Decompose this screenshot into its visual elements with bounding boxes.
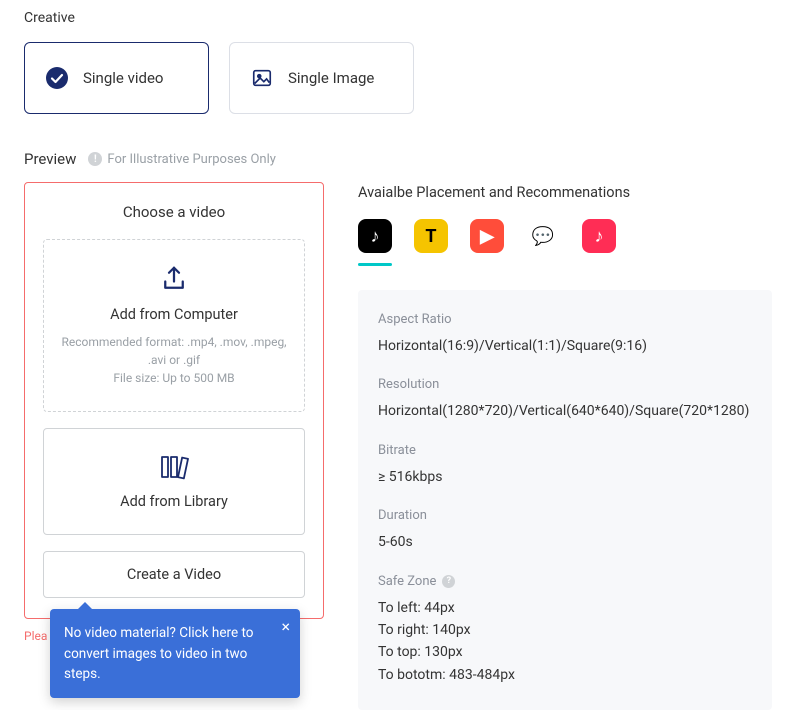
app-icon-tiktok[interactable]: ♪ (358, 219, 392, 253)
spec-aspect-value: Horizontal(16:9)/Vertical(1:1)/Square(9:… (378, 335, 752, 357)
app-icon-vigo[interactable]: ▶ (470, 219, 504, 253)
type-label-image: Single Image (288, 69, 374, 87)
chooser-title: Choose a video (43, 203, 305, 221)
preview-label: Preview (24, 150, 76, 168)
add-computer-format-hint: Recommended format: .mp4, .mov, .mpeg, .… (56, 333, 292, 369)
spec-resolution-label: Resolution (378, 377, 752, 392)
preview-hint: ! For Illustrative Purposes Only (88, 152, 276, 167)
video-chooser-panel: Choose a video Add from Computer Recomme… (24, 182, 324, 619)
add-computer-label: Add from Computer (56, 306, 292, 323)
image-icon (250, 66, 274, 90)
create-video-tooltip: × No video material? Click here to conve… (50, 609, 300, 698)
spec-duration-label: Duration (378, 508, 752, 523)
add-from-library-button[interactable]: Add from Library (43, 428, 305, 535)
spec-bitrate-label: Bitrate (378, 443, 752, 458)
spec-safezone-values: To left: 44pxTo right: 140pxTo top: 130p… (378, 597, 752, 687)
preview-hint-text: For Illustrative Purposes Only (107, 152, 276, 167)
library-icon (56, 453, 292, 481)
spec-safezone-label: Safe Zone ? (378, 574, 752, 589)
app-icon-tiktok-red[interactable]: ♪ (582, 219, 616, 253)
add-computer-size-hint: File size: Up to 500 MB (56, 369, 292, 387)
tooltip-text: No video material? Click here to convert… (64, 625, 253, 682)
spec-panel: Aspect Ratio Horizontal(16:9)/Vertical(1… (358, 290, 772, 710)
spec-safezone-line: To right: 140px (378, 619, 752, 641)
spec-bitrate-value: ≥ 516kbps (378, 466, 752, 488)
app-icon-helo[interactable]: 💬 (526, 219, 560, 253)
app-icon-row: ♪ T ▶ 💬 ♪ (358, 219, 774, 253)
add-library-label: Add from Library (56, 493, 292, 510)
create-video-button[interactable]: Create a Video (43, 551, 305, 598)
type-label-video: Single video (83, 69, 163, 87)
placement-title: Avaialbe Placement and Recommenations (358, 184, 774, 201)
spec-safezone-label-text: Safe Zone (378, 574, 436, 589)
close-icon[interactable]: × (281, 619, 290, 635)
spec-resolution-value: Horizontal(1280*720)/Vertical(640*640)/S… (378, 400, 752, 422)
upload-icon (56, 264, 292, 294)
spec-safezone-line: To bototm: 483-484px (378, 664, 752, 686)
preview-header: Preview ! For Illustrative Purposes Only (24, 150, 774, 168)
spec-safezone-line: To top: 130px (378, 641, 752, 663)
section-title: Creative (24, 10, 774, 26)
info-icon: ! (88, 152, 102, 166)
app-icon-topbuzz[interactable]: T (414, 219, 448, 253)
create-video-label: Create a Video (56, 566, 292, 583)
type-card-single-video[interactable]: Single video (24, 42, 209, 114)
type-card-single-image[interactable]: Single Image (229, 42, 414, 114)
spec-duration-value: 5-60s (378, 531, 752, 553)
creative-type-selector: Single video Single Image (24, 42, 774, 114)
spec-safezone-line: To left: 44px (378, 597, 752, 619)
help-icon[interactable]: ? (442, 575, 455, 588)
check-circle-icon (45, 66, 69, 90)
app-tab-underline (358, 263, 392, 266)
add-from-computer-button[interactable]: Add from Computer Recommended format: .m… (43, 239, 305, 412)
placement-panel: Avaialbe Placement and Recommenations ♪ T… (358, 182, 774, 710)
spec-aspect-label: Aspect Ratio (378, 312, 752, 327)
